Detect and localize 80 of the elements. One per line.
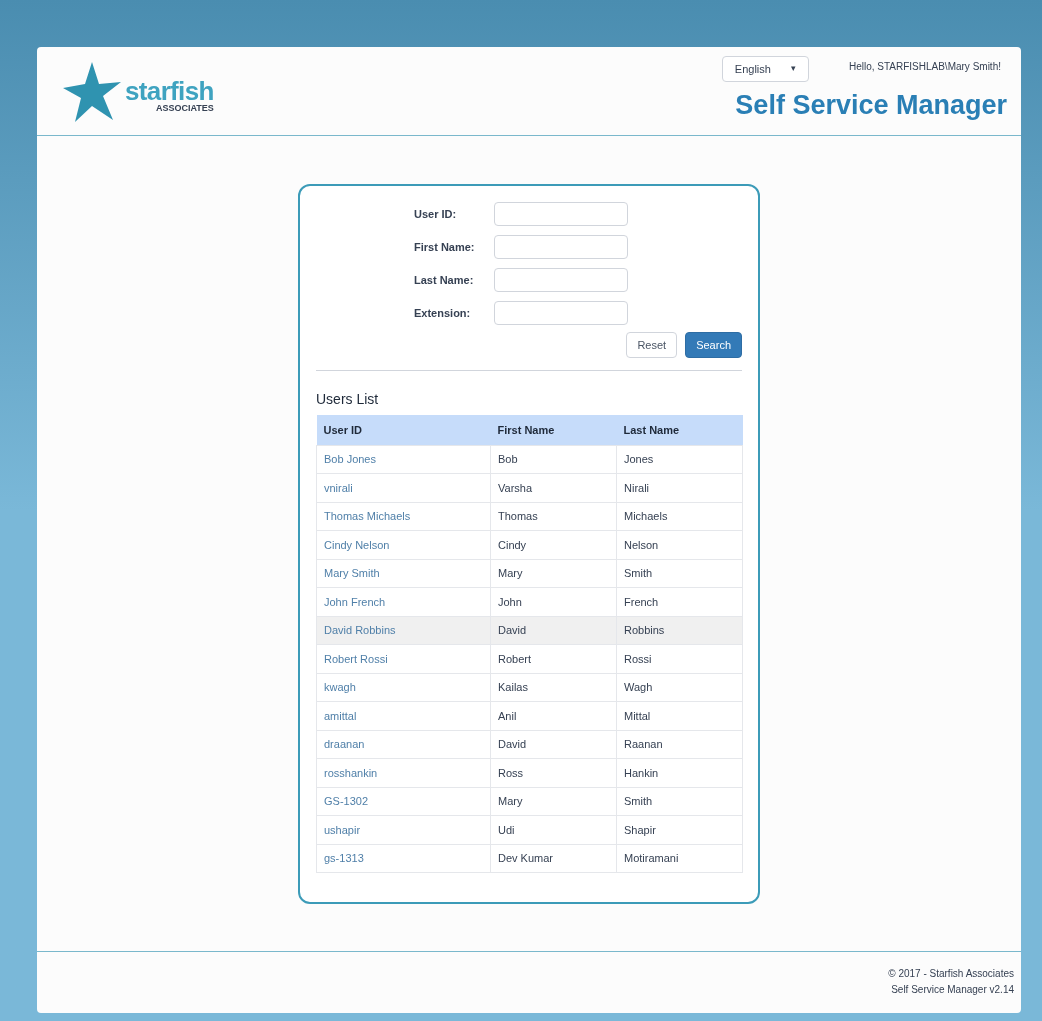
table-cell: Bob <box>490 445 617 474</box>
user-link[interactable]: Robert Rossi <box>324 652 388 665</box>
language-select[interactable]: English ▾ <box>721 56 809 82</box>
table-cell: Anil <box>490 701 617 730</box>
column-header: User ID <box>316 415 491 445</box>
input-field[interactable] <box>494 235 628 259</box>
copyright-text: © 2017 - Starfish Associates <box>888 967 1014 981</box>
user-link[interactable]: kwagh <box>324 681 356 693</box>
table-row[interactable]: amittal Anil Mittal <box>316 701 743 730</box>
field-label: Last Name: <box>414 272 475 288</box>
table-cell: Cindy <box>490 530 617 559</box>
table-cell: Mary <box>490 559 617 588</box>
logo-subtitle: ASSOCIATES <box>155 103 214 113</box>
table-cell: Thomas <box>490 502 617 531</box>
greeting-text: Hello, STARFISHLAB\Mary Smith! <box>848 60 1001 74</box>
user-link[interactable]: GS-1302 <box>324 795 369 807</box>
table-cell: John <box>490 587 617 616</box>
table-cell: Hankin <box>616 758 743 787</box>
input-field[interactable] <box>494 268 628 292</box>
table-cell: Raanan <box>616 730 743 759</box>
table-row[interactable]: Bob Jones Bob Jones <box>316 445 743 474</box>
table-cell: Nelson <box>616 530 743 559</box>
table-row[interactable]: Cindy Nelson Cindy Nelson <box>316 530 743 559</box>
version-text: Self Service Manager v2.14 <box>891 983 1014 997</box>
user-link[interactable]: John French <box>324 595 386 608</box>
table-cell: Ross <box>490 758 617 787</box>
field-label: First Name: <box>414 239 476 255</box>
table-cell: David <box>490 730 617 759</box>
user-link[interactable]: David Robbins <box>324 624 396 636</box>
user-link[interactable]: Mary Smith <box>324 567 380 579</box>
table-cell: Robert <box>490 644 617 673</box>
input-field[interactable] <box>494 301 628 325</box>
input-field[interactable] <box>494 202 628 226</box>
table-cell: Mary <box>490 787 617 816</box>
table-row[interactable]: rosshankin Ross Hankin <box>316 758 743 787</box>
table-cell: Nirali <box>616 473 743 502</box>
user-link[interactable]: Bob Jones <box>324 453 376 465</box>
column-header: First Name <box>490 415 617 445</box>
table-cell: Dev Kumar <box>490 844 617 873</box>
table-row[interactable]: vnirali Varsha Nirali <box>316 473 743 502</box>
table-cell: David <box>490 616 617 645</box>
table-cell: Robbins <box>616 616 743 645</box>
user-link[interactable]: ushapir <box>324 823 361 836</box>
user-link[interactable]: Cindy Nelson <box>324 538 390 551</box>
table-row[interactable]: John French John French <box>316 587 743 616</box>
table-row[interactable]: gs-1313 Dev Kumar Motiramani <box>316 844 743 873</box>
table-cell: Jones <box>616 445 743 474</box>
table-cell: Wagh <box>616 673 743 702</box>
table-cell: French <box>616 587 743 616</box>
table-cell: Mittal <box>616 701 743 730</box>
reset-button[interactable]: Reset <box>626 332 678 358</box>
table-row[interactable]: Thomas Michaels Thomas Michaels <box>316 502 743 531</box>
user-link[interactable]: draanan <box>324 738 365 750</box>
search-button[interactable]: Search <box>685 332 742 358</box>
user-link[interactable]: gs-1313 <box>324 852 364 864</box>
table-row[interactable]: kwagh Kailas Wagh <box>316 673 743 702</box>
table-cell: Rossi <box>616 644 743 673</box>
table-cell: Motiramani <box>616 844 743 873</box>
user-link[interactable]: vnirali <box>324 481 353 494</box>
user-link[interactable]: amittal <box>324 709 357 722</box>
table-row[interactable]: David Robbins David Robbins <box>316 616 743 645</box>
table-cell: Michaels <box>616 502 743 531</box>
table-cell: Varsha <box>490 473 617 502</box>
column-header: Last Name <box>616 415 743 445</box>
table-row[interactable]: Robert Rossi Robert Rossi <box>316 644 743 673</box>
section-title: Users List <box>316 390 380 409</box>
field-label: User ID: <box>414 206 458 222</box>
table-cell: Udi <box>490 815 617 844</box>
table-row[interactable]: ushapir Udi Shapir <box>316 815 743 844</box>
table-cell: Kailas <box>490 673 617 702</box>
table-row[interactable]: GS-1302 Mary Smith <box>316 787 743 816</box>
field-label: Extension: <box>414 305 472 321</box>
table-cell: Smith <box>616 787 743 816</box>
table-cell: Smith <box>616 559 743 588</box>
user-link[interactable]: rosshankin <box>324 766 378 779</box>
table-row[interactable]: Mary Smith Mary Smith <box>316 559 743 588</box>
table-row[interactable]: draanan David Raanan <box>316 730 743 759</box>
table-cell: Shapir <box>616 815 743 844</box>
app-title: Self Service Manager <box>735 89 1007 122</box>
logo-wordmark: starfish <box>125 77 214 104</box>
